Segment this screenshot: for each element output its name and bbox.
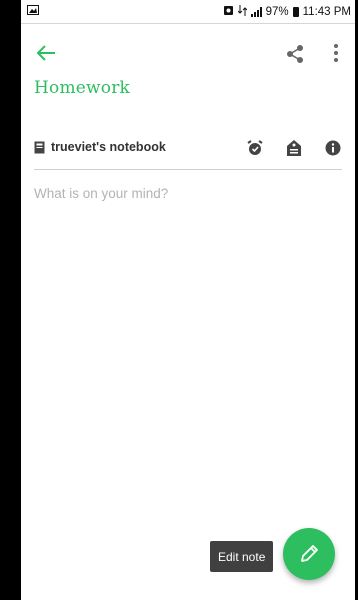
app-bar	[21, 24, 355, 82]
more-options-button[interactable]	[328, 42, 344, 64]
tag-icon	[287, 140, 301, 156]
screen: 97% 11:43 PM Homework trueviet's noteboo…	[21, 0, 355, 600]
notebook-selector[interactable]: trueviet's notebook	[34, 140, 166, 154]
notebook-row: trueviet's notebook	[34, 128, 342, 170]
reminder-button[interactable]	[246, 139, 264, 157]
data-status-icon	[237, 4, 247, 19]
edit-note-tooltip: Edit note	[210, 541, 274, 572]
battery-percent: 97%	[265, 5, 289, 18]
notebook-icon	[34, 141, 45, 153]
share-icon	[287, 45, 303, 63]
status-bar: 97% 11:43 PM	[21, 0, 355, 24]
pencil-icon	[301, 545, 318, 562]
alarm-status-icon	[223, 5, 234, 19]
tag-button[interactable]	[285, 139, 303, 157]
device-frame-left	[0, 0, 21, 600]
note-title[interactable]: Homework	[34, 78, 130, 98]
battery-icon	[292, 6, 299, 17]
edit-note-button[interactable]	[283, 528, 335, 580]
clock: 11:43 PM	[302, 5, 351, 18]
share-button[interactable]	[285, 44, 305, 64]
info-icon	[325, 140, 341, 156]
signal-icon	[250, 6, 262, 17]
arrow-left-icon	[36, 45, 55, 61]
notebook-name: trueviet's notebook	[51, 140, 166, 154]
status-icons: 97% 11:43 PM	[223, 4, 351, 19]
info-button[interactable]	[324, 139, 342, 157]
gallery-notification-icon	[27, 5, 39, 18]
back-button[interactable]	[35, 44, 57, 62]
note-body-input[interactable]: What is on your mind?	[34, 186, 342, 506]
more-vert-icon	[334, 44, 338, 62]
alarm-icon	[247, 140, 263, 155]
